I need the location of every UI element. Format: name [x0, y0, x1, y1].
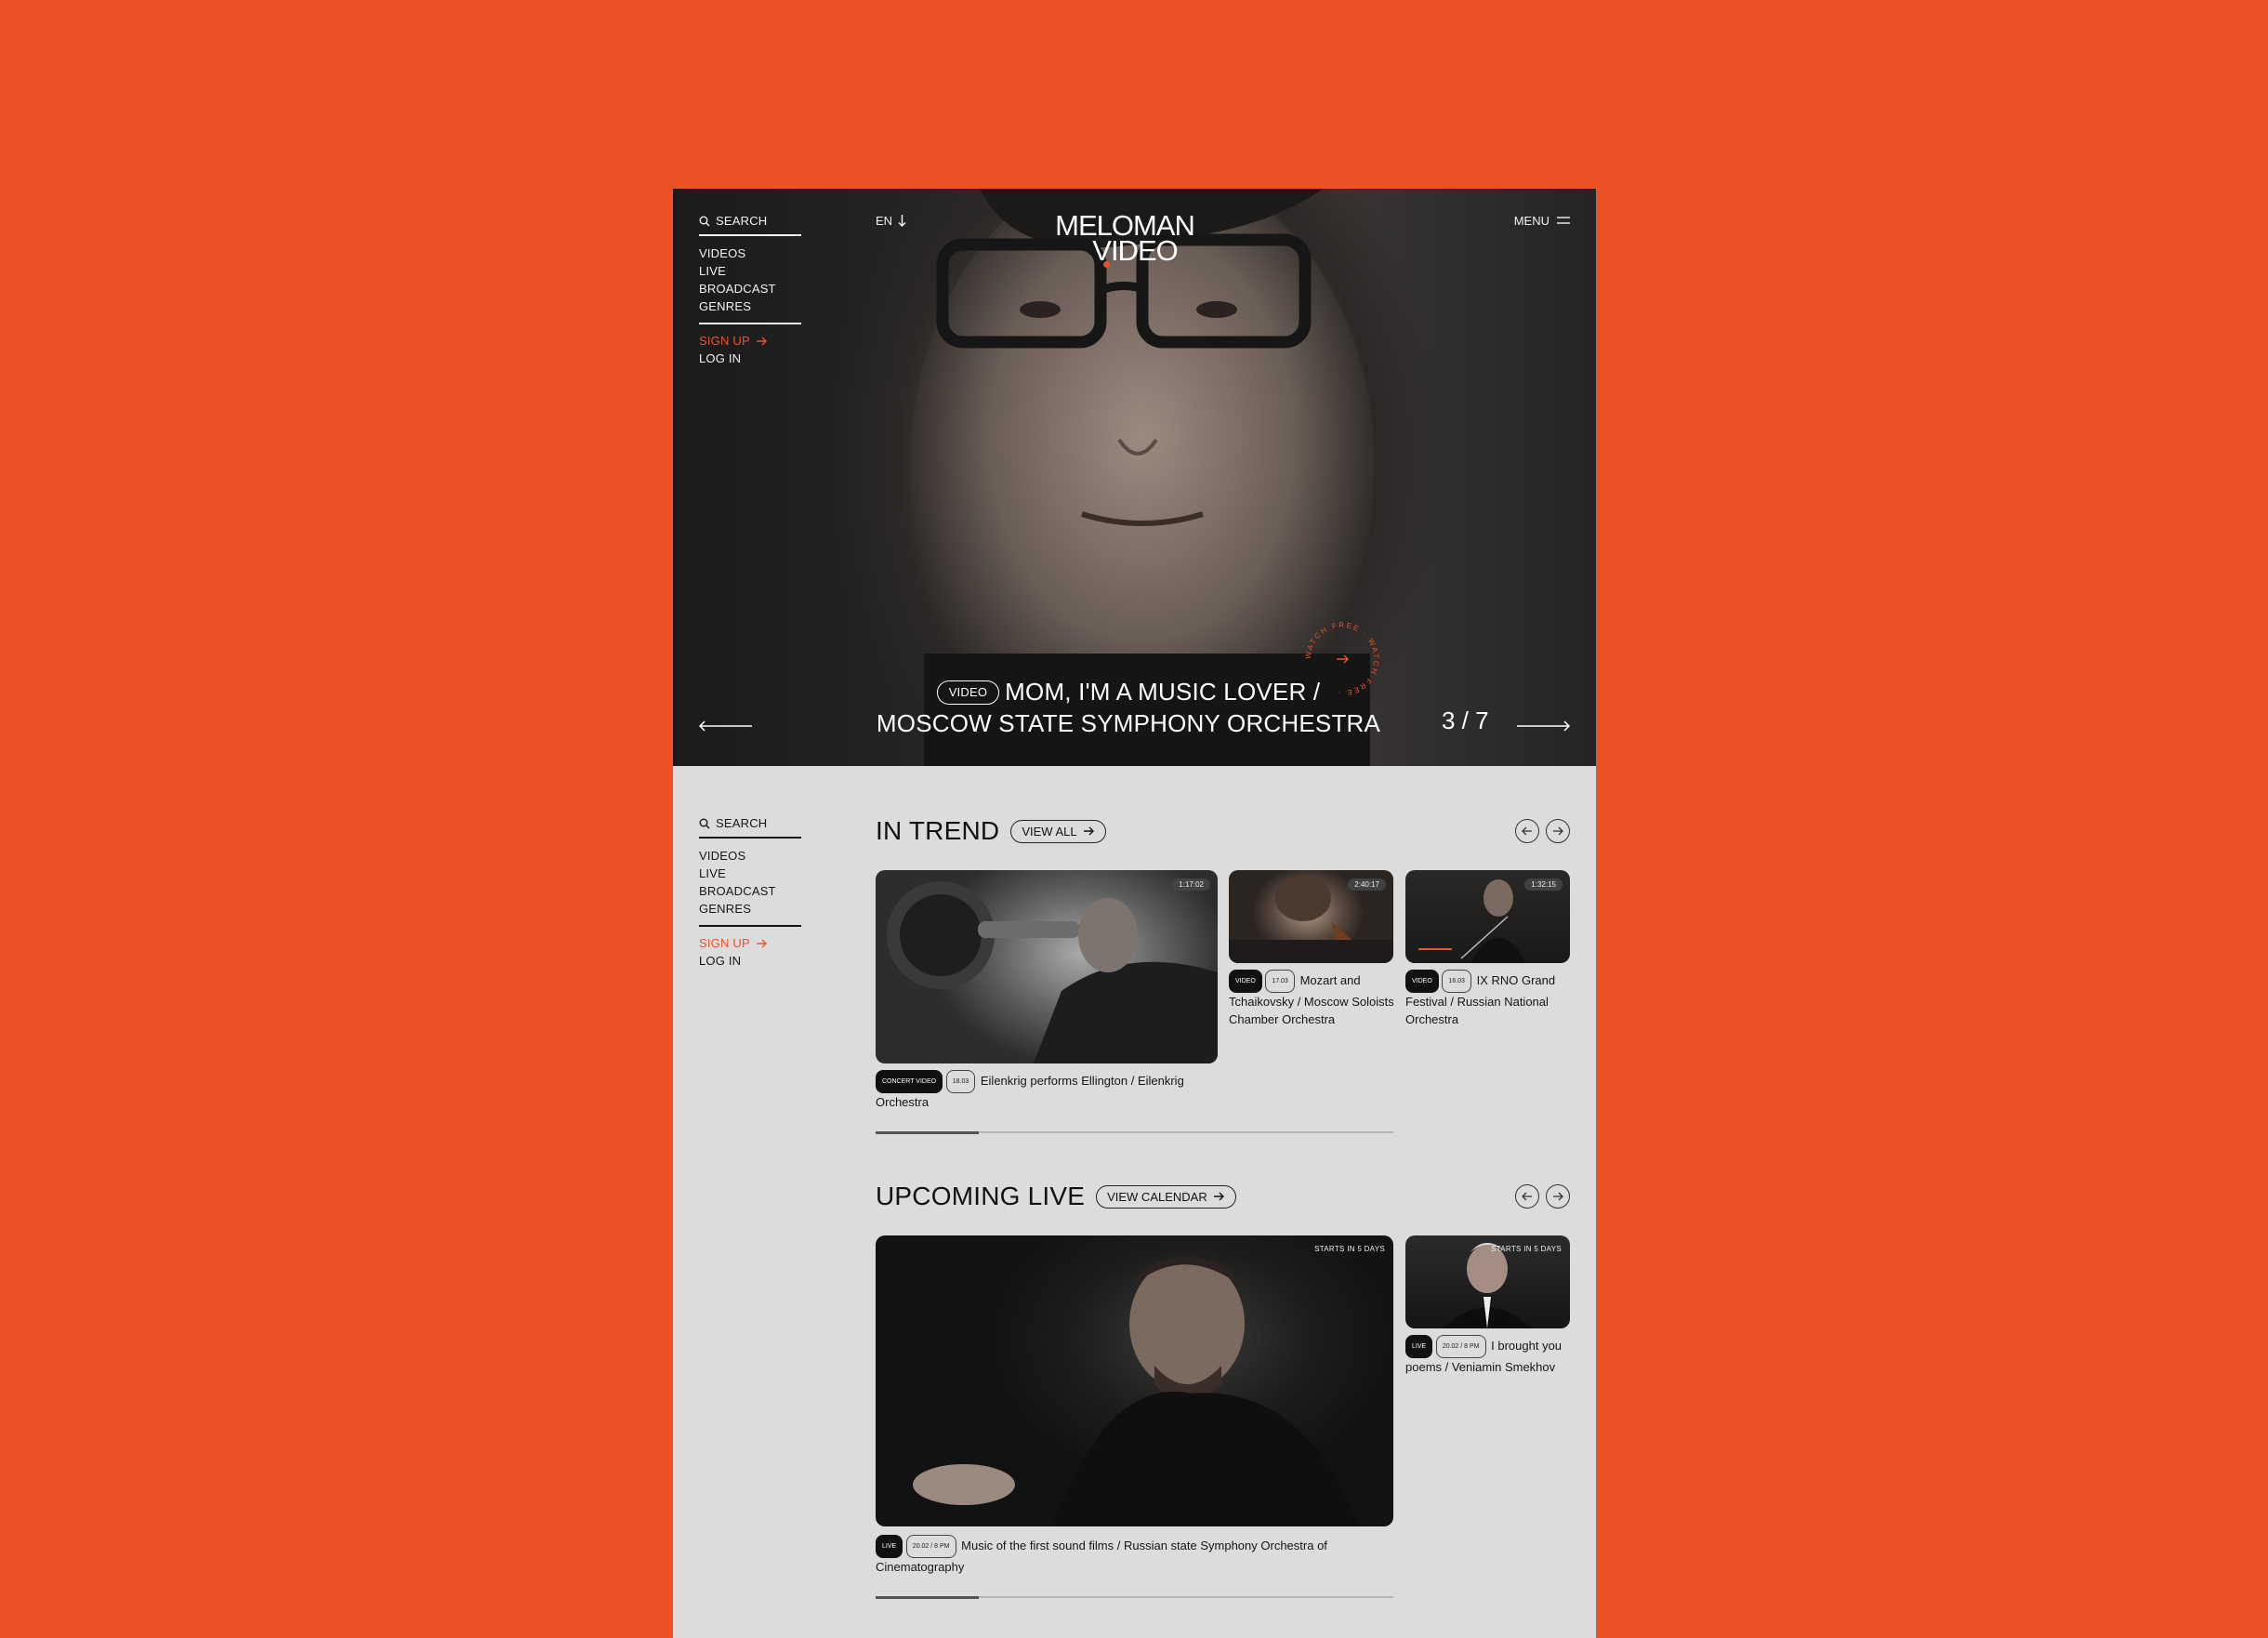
upcoming-live-prev-button[interactable] [1515, 1184, 1539, 1209]
hero-banner: SEARCH VIDEOS LIVE BROADCAST GENRES SIGN… [673, 189, 1596, 766]
main-content: SEARCH VIDEOS LIVE BROADCAST GENRES SIGN… [673, 766, 1596, 1638]
upcoming-live-next-button[interactable] [1546, 1184, 1570, 1209]
arrow-left-icon [1522, 826, 1532, 836]
hero-prev-arrow-icon[interactable] [699, 720, 753, 732]
hero-side-nav: SEARCH VIDEOS LIVE BROADCAST GENRES SIGN… [699, 214, 801, 367]
nav-link-live-broadcast[interactable]: LIVE BROADCAST [699, 865, 801, 900]
view-calendar-label: VIEW CALENDAR [1107, 1189, 1207, 1204]
trend-card-1-tag: CONCERT VIDEO [876, 1070, 943, 1093]
upcoming-live-header: UPCOMING LIVE VIEW CALENDAR [876, 1182, 1236, 1211]
view-all-label: VIEW ALL [1022, 824, 1077, 839]
trend-card-3-caption[interactable]: VIDEO 16.03 IX RNO Grand Festival / Russ… [1405, 970, 1573, 1028]
hero-tag: VIDEO [936, 680, 1000, 705]
nav-link-genres[interactable]: GENRES [699, 900, 801, 918]
nav-links: VIDEOS LIVE BROADCAST GENRES [699, 839, 801, 927]
arrow-right-icon [1213, 1192, 1224, 1201]
trend-card-2-thumbnail[interactable]: 2:40:17 [1229, 870, 1393, 963]
upcoming-live-progress-fill [876, 1595, 980, 1599]
nav-link-genres[interactable]: GENRES [699, 297, 801, 315]
arrow-right-icon [756, 939, 767, 947]
live-card-1-tag: LIVE [876, 1535, 903, 1558]
nav-links: VIDEOS LIVE BROADCAST GENRES [699, 236, 801, 324]
trend-card-3-duration: 1:32:15 [1524, 878, 1563, 891]
in-trend-next-button[interactable] [1546, 819, 1570, 843]
in-trend-title: IN TREND [876, 816, 1000, 845]
trend-card-3-tag: VIDEO [1405, 970, 1439, 993]
search-label: SEARCH [716, 816, 768, 830]
language-selector[interactable]: EN [876, 214, 906, 228]
sign-up-link[interactable]: SIGN UP [699, 934, 801, 952]
sign-up-label: SIGN UP [699, 936, 750, 950]
trend-card-2-date: 17.03 [1265, 970, 1295, 993]
live-card-1-date: 20.02 / 8 PM [905, 1535, 956, 1558]
live-card-1-starts: STARTS IN 5 DAYS [1314, 1245, 1385, 1253]
hero-next-arrow-icon[interactable] [1516, 720, 1570, 732]
live-card-2-starts: STARTS IN 5 DAYS [1491, 1245, 1562, 1253]
search-icon [699, 818, 710, 828]
main-side-nav: SEARCH VIDEOS LIVE BROADCAST GENRES SIGN… [699, 816, 801, 970]
search-icon [699, 216, 710, 226]
live-card-2-date: 20.02 / 8 PM [1435, 1335, 1486, 1358]
arrow-right-icon [1083, 826, 1094, 836]
upcoming-live-progress-bar [876, 1595, 1393, 1599]
in-trend-prev-button[interactable] [1515, 819, 1539, 843]
nav-link-live-broadcast[interactable]: LIVE BROADCAST [699, 262, 801, 297]
arrow-right-icon [1553, 1192, 1563, 1201]
log-in-link[interactable]: LOG IN [699, 952, 801, 970]
hero-slide-counter: 3 / 7 [1442, 707, 1489, 734]
trend-card-3-thumbnail[interactable]: 1:32:15 [1405, 870, 1570, 963]
hero-title[interactable]: VIDEO MOM, I'M A MUSIC LOVER / MOSCOW STA… [850, 676, 1407, 739]
auth-links: SIGN UP LOG IN [699, 324, 801, 367]
view-calendar-button[interactable]: VIEW CALENDAR [1096, 1184, 1236, 1209]
trend-card-3-date: 16.03 [1442, 970, 1471, 993]
arrow-right-icon [1553, 826, 1563, 836]
sign-up-label: SIGN UP [699, 334, 750, 348]
in-trend-header: IN TREND VIEW ALL [876, 816, 1106, 846]
site-logo[interactable]: MELOMAN VIDEO [1041, 211, 1208, 268]
language-label: EN [876, 214, 893, 228]
arrow-left-icon [1522, 1192, 1532, 1201]
arrow-right-icon [1337, 654, 1349, 664]
search-link[interactable]: SEARCH [699, 816, 801, 839]
trend-card-2-caption[interactable]: VIDEO 17.03 Mozart and Tchaikovsky / Mos… [1229, 970, 1396, 1028]
in-trend-progress-bar [876, 1130, 1393, 1134]
upcoming-live-title: UPCOMING LIVE [876, 1182, 1086, 1210]
trend-card-1-thumbnail[interactable]: 1:17:02 [876, 870, 1218, 1063]
in-trend-carousel-controls [1515, 819, 1570, 843]
trend-card-1-date: 18.03 [945, 1070, 976, 1093]
trend-card-2-duration: 2:40:17 [1348, 878, 1386, 891]
trend-card-1-caption[interactable]: CONCERT VIDEO 18.03 Eilenkrig performs E… [876, 1070, 1220, 1111]
trumpet-player-image [887, 881, 1218, 1063]
search-label: SEARCH [716, 214, 768, 228]
menu-button[interactable]: MENU [1514, 214, 1570, 228]
site-frame: SEARCH VIDEOS LIVE BROADCAST GENRES SIGN… [673, 189, 1596, 1638]
live-card-2-tag: LIVE [1405, 1335, 1433, 1358]
trend-card-1-duration: 1:17:02 [1172, 878, 1210, 891]
hero-title-line-1: MOM, I'M A MUSIC LOVER / [1005, 678, 1321, 706]
search-link[interactable]: SEARCH [699, 214, 801, 236]
in-trend-progress-fill [876, 1130, 980, 1134]
arrow-right-icon [756, 337, 767, 345]
menu-label: MENU [1513, 214, 1549, 228]
trend-card-2-tag: VIDEO [1229, 970, 1262, 993]
hero-title-line-2: MOSCOW STATE SYMPHONY ORCHESTRA [876, 709, 1381, 737]
log-in-link[interactable]: LOG IN [699, 350, 801, 367]
arrow-down-icon [898, 214, 906, 227]
hamburger-icon [1557, 217, 1570, 224]
nav-link-videos[interactable]: VIDEOS [699, 244, 801, 262]
live-card-2-thumbnail[interactable]: STARTS IN 5 DAYS [1405, 1235, 1570, 1328]
view-all-button[interactable]: VIEW ALL [1010, 819, 1106, 843]
sign-up-link[interactable]: SIGN UP [699, 332, 801, 350]
upcoming-live-carousel-controls [1515, 1184, 1570, 1209]
nav-link-videos[interactable]: VIDEOS [699, 847, 801, 865]
live-card-2-caption[interactable]: LIVE 20.02 / 8 PM I brought you poems / … [1405, 1335, 1573, 1376]
pianist-image [913, 1256, 1359, 1526]
live-card-1-thumbnail[interactable]: STARTS IN 5 DAYS [876, 1235, 1393, 1526]
live-card-1-caption[interactable]: LIVE 20.02 / 8 PM Music of the first sou… [876, 1535, 1359, 1576]
auth-links: SIGN UP LOG IN [699, 927, 801, 970]
